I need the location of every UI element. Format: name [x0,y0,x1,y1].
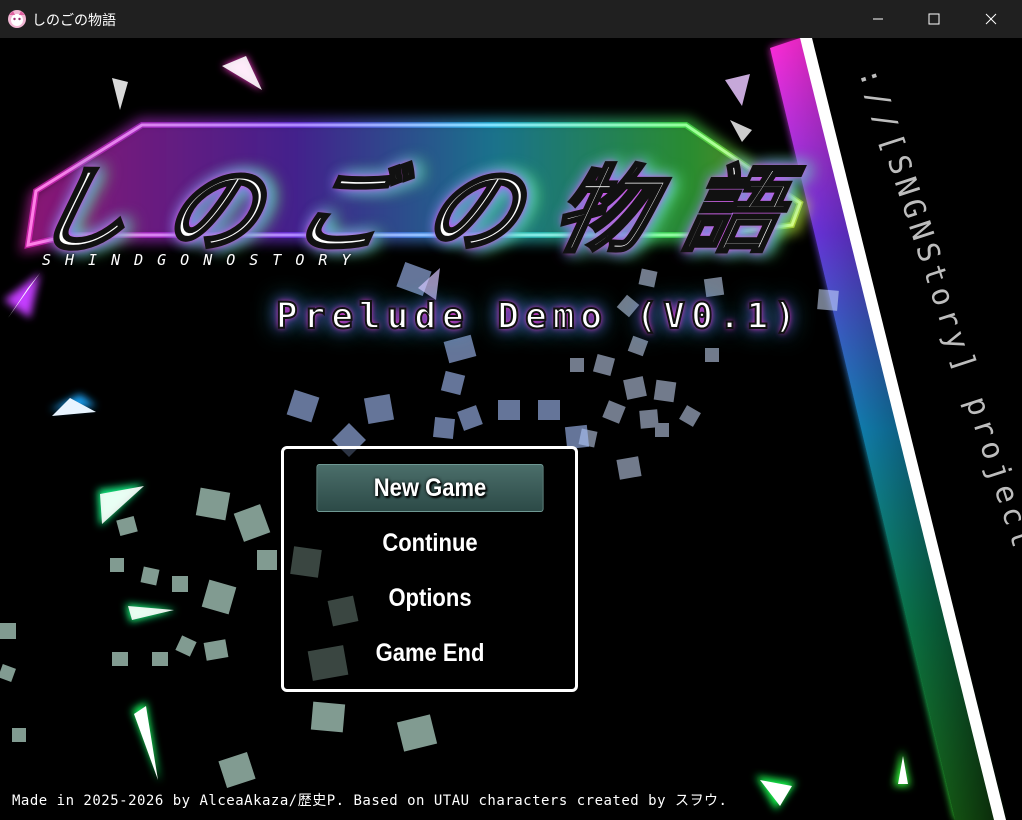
side-project-text: ://[SNGNStory] project [851,54,1022,654]
minimize-button[interactable] [850,0,906,38]
logo-subtitle: SHINDGONOSTORY [42,251,365,269]
maximize-button[interactable] [906,0,962,38]
credits-text: Made in 2025-2026 by AlceaAkaza/歴史P. Bas… [12,793,728,809]
app-icon [7,9,27,29]
close-icon [985,10,997,29]
continue-button[interactable]: Continue [316,519,543,567]
game-window: しのごの物語 しのごの物語 SHINDGONOSTORY Prelude Dem… [0,0,1022,820]
window-title: しのごの物語 [32,13,116,29]
game-viewport[interactable]: しのごの物語 SHINDGONOSTORY Prelude Demo (V0.1… [0,38,1022,820]
game-version-subtitle: Prelude Demo (V0.1) [275,295,802,338]
game-logo: しのごの物語 SHINDGONOSTORY [10,93,830,293]
new-game-button[interactable]: New Game [316,464,544,512]
title-menu: New Game Continue Options Game End [281,446,578,692]
game-end-button[interactable]: Game End [316,629,543,677]
options-button[interactable]: Options [316,574,543,622]
maximize-icon [928,10,940,29]
close-button[interactable] [963,0,1019,38]
title-bar[interactable]: しのごの物語 [0,0,1022,38]
minimize-icon [872,10,884,29]
